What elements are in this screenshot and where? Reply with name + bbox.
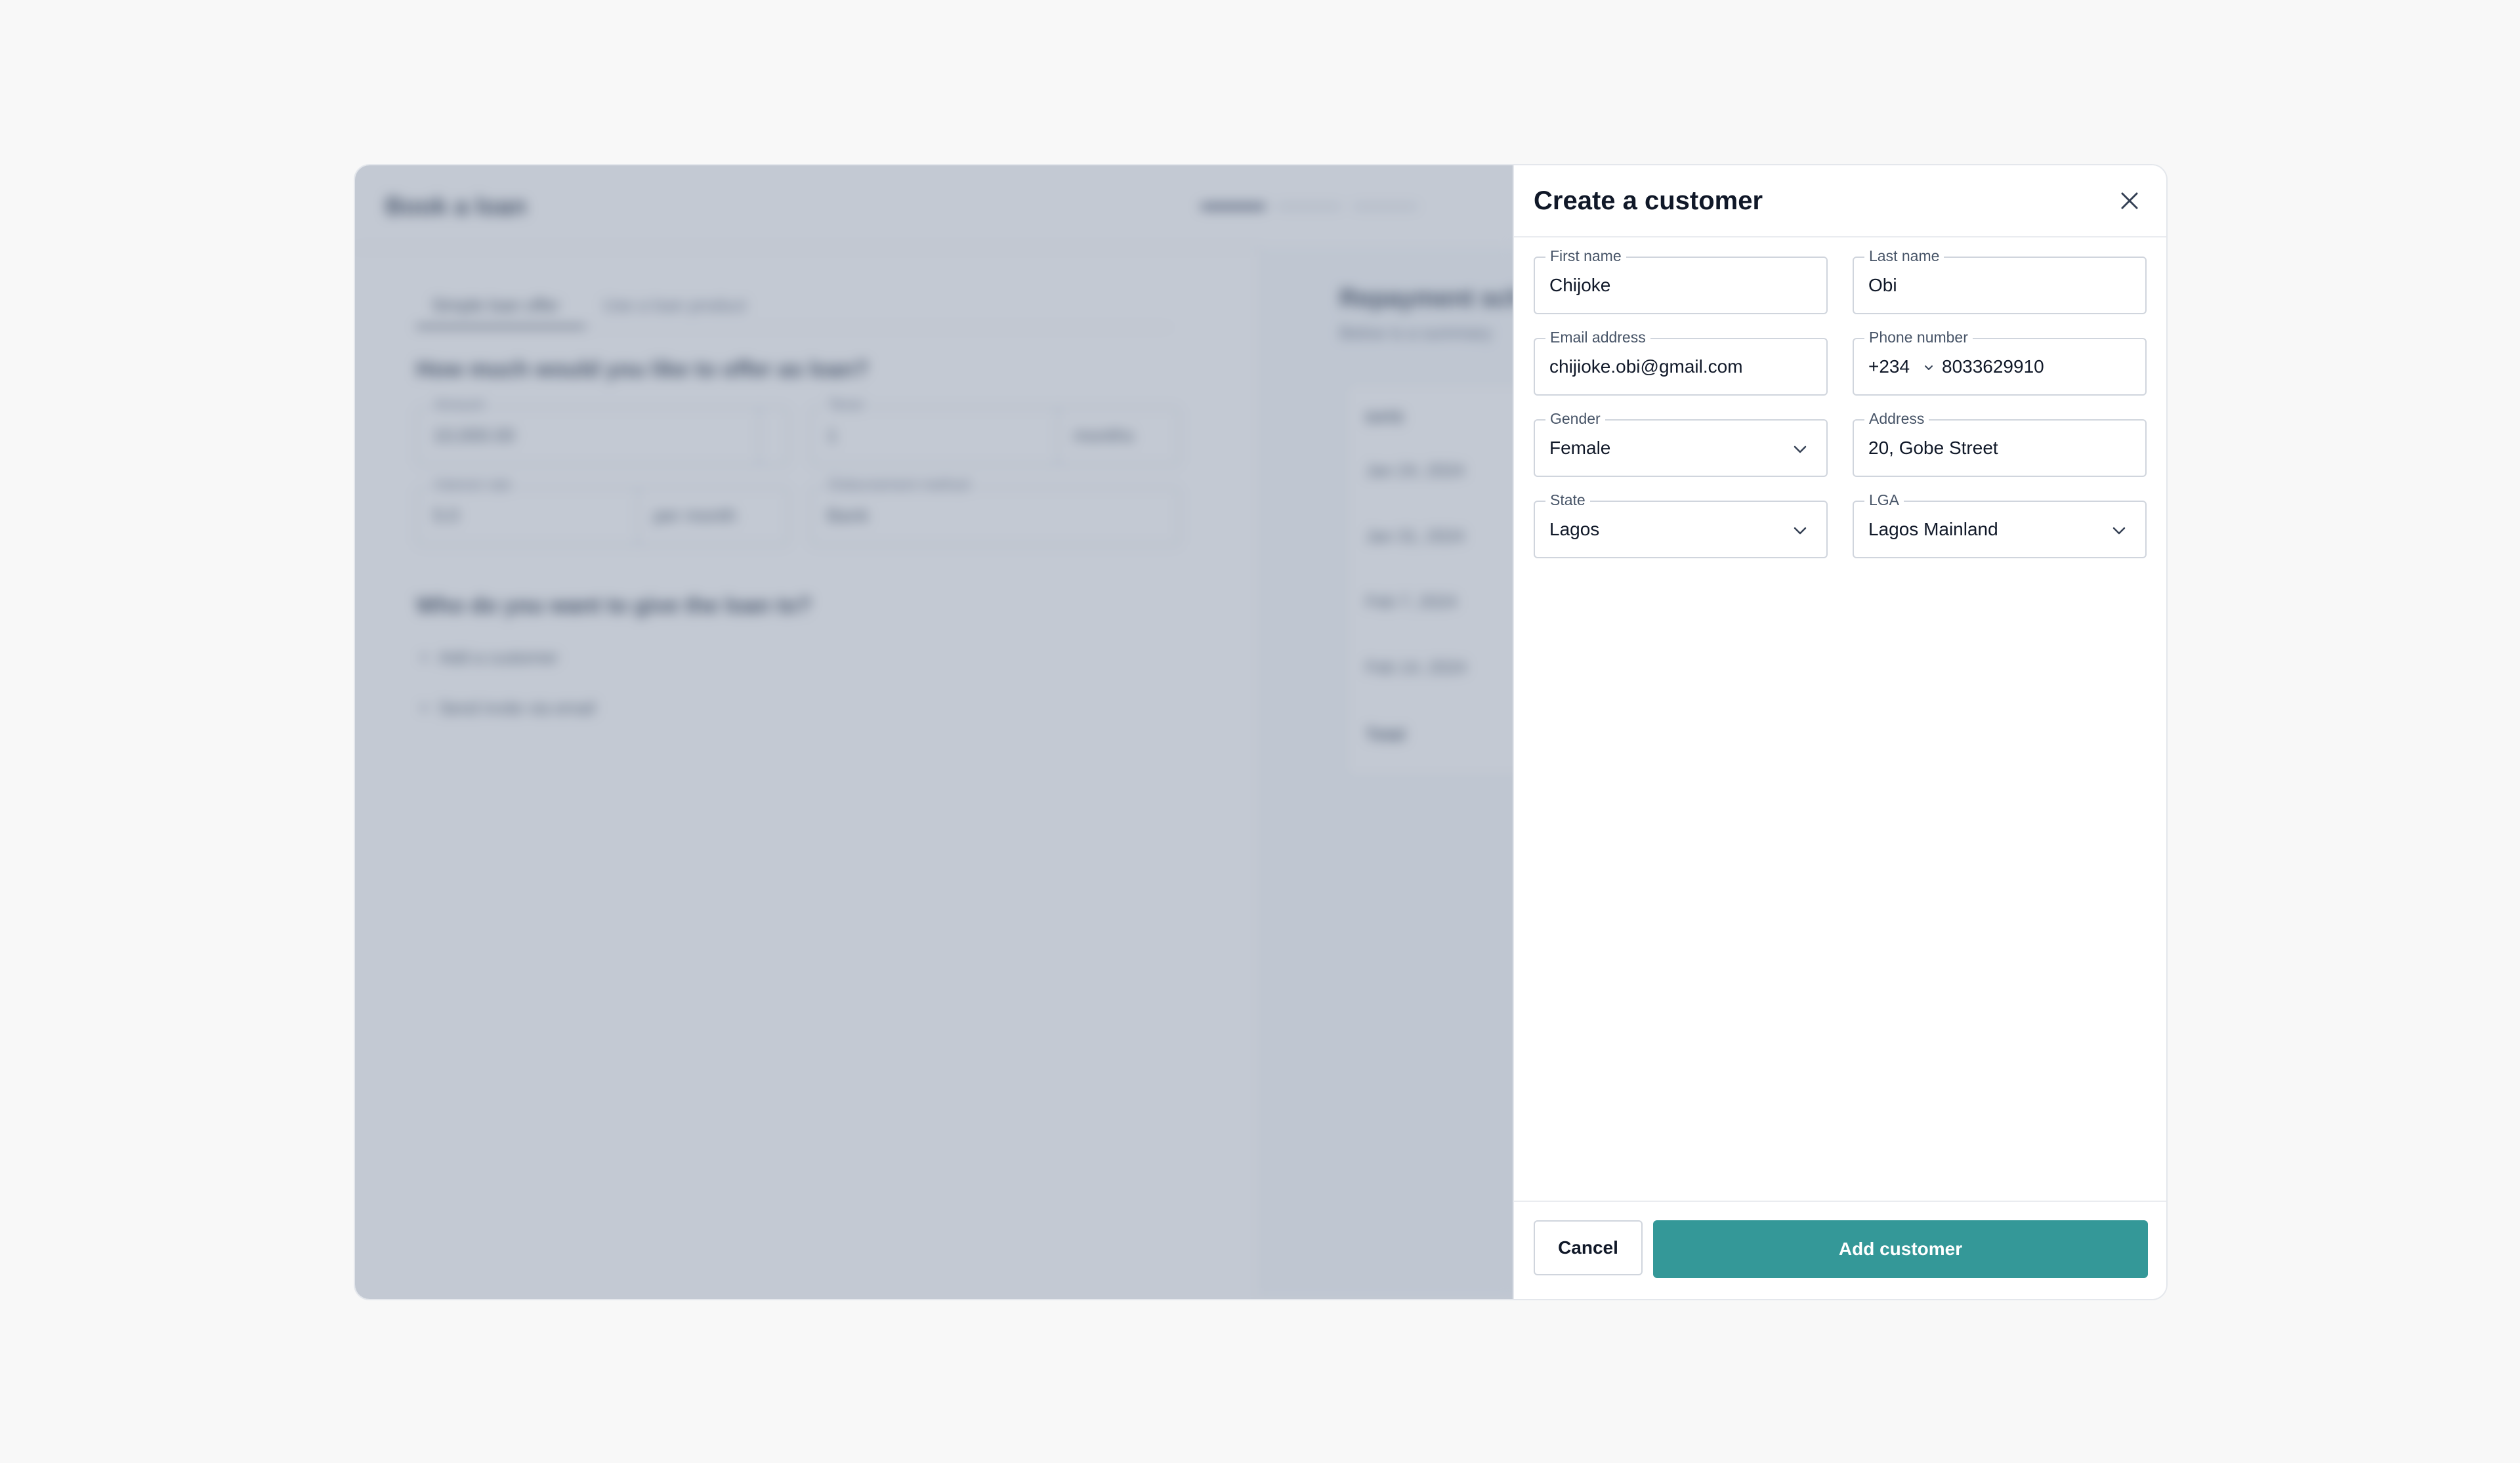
add-customer-button[interactable]: Add customer [1653, 1220, 2148, 1278]
drawer-header: Create a customer [1514, 165, 2166, 237]
chevron-down-icon [1925, 365, 1933, 370]
email-value: chijioke.obi@gmail.com [1549, 356, 1743, 377]
last-name-value: Obi [1868, 275, 1897, 295]
lga-select[interactable]: LGA Lagos Mainland [1853, 491, 2147, 558]
drawer-title: Create a customer [1534, 186, 1763, 215]
first-name-label: First name [1545, 247, 1626, 265]
country-code-select[interactable]: +234 [1868, 356, 1910, 377]
last-name-field[interactable]: Last name Obi [1853, 247, 2147, 314]
address-label: Address [1864, 409, 1929, 428]
chevron-down-icon [1794, 445, 1807, 453]
state-select[interactable]: State Lagos [1534, 491, 1828, 558]
lga-label: LGA [1864, 491, 1904, 509]
modal-overlay[interactable] [355, 165, 1513, 1299]
gender-label: Gender [1545, 409, 1605, 428]
close-icon [2121, 192, 2138, 209]
drawer-footer: Cancel Add customer [1514, 1201, 2166, 1299]
first-name-field[interactable]: First name Chijoke [1534, 247, 1828, 314]
gender-value: Female [1549, 438, 1611, 458]
email-field[interactable]: Email address chijioke.obi@gmail.com [1534, 328, 1828, 396]
app-window: Book a loan Simple loan offer Use a loan… [354, 164, 2168, 1300]
last-name-label: Last name [1864, 247, 1944, 265]
lga-value: Lagos Mainland [1868, 519, 1998, 539]
chevron-down-icon [1794, 527, 1807, 535]
state-label: State [1545, 491, 1590, 509]
phone-number-field[interactable]: Phone number +234 8033629910 [1853, 328, 2147, 396]
state-value: Lagos [1549, 519, 1600, 539]
address-field[interactable]: Address 20, Gobe Street [1853, 409, 2147, 477]
first-name-value: Chijoke [1549, 275, 1611, 295]
phone-number-label: Phone number [1864, 328, 1973, 346]
gender-select[interactable]: Gender Female [1534, 409, 1828, 477]
create-customer-drawer: Create a customer First name Chijoke Las… [1513, 165, 2166, 1299]
phone-number-value: 8033629910 [1942, 356, 2044, 377]
address-value: 20, Gobe Street [1868, 438, 1998, 458]
chevron-down-icon [2112, 527, 2126, 535]
cancel-button[interactable]: Cancel [1534, 1220, 1643, 1275]
close-button[interactable] [2116, 188, 2143, 214]
email-label: Email address [1545, 328, 1650, 346]
